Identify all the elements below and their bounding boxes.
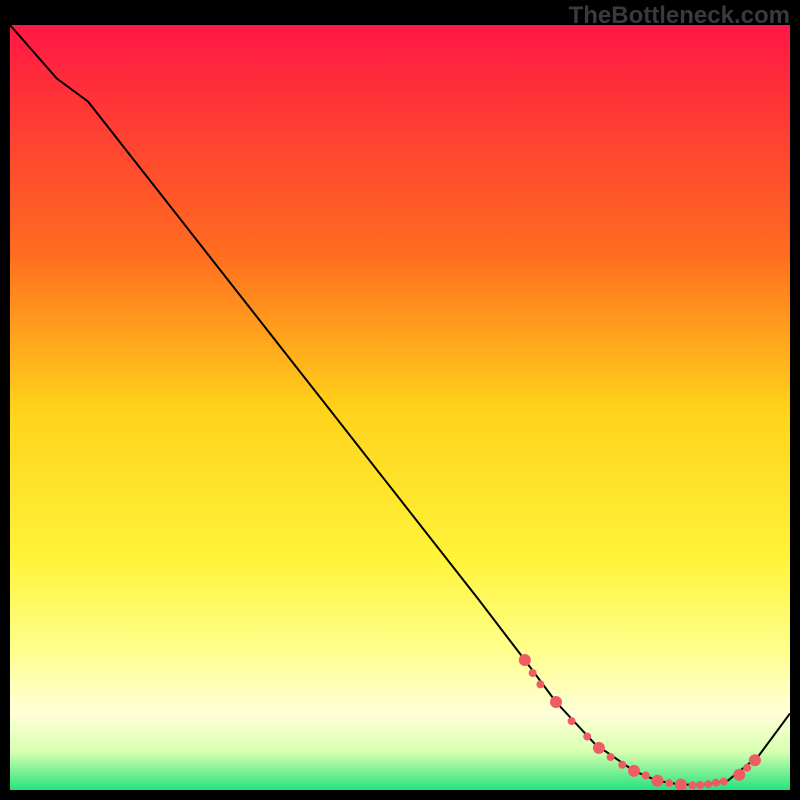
highlight-point bbox=[628, 765, 640, 777]
highlight-point bbox=[733, 769, 745, 781]
highlight-point bbox=[642, 772, 650, 780]
highlight-point bbox=[665, 779, 673, 787]
highlight-point bbox=[696, 781, 704, 789]
highlight-point bbox=[689, 781, 697, 789]
highlight-point bbox=[568, 717, 576, 725]
gradient-background bbox=[10, 25, 790, 790]
chart-container: TheBottleneck.com bbox=[0, 0, 800, 800]
highlight-point bbox=[550, 696, 562, 708]
highlight-point bbox=[749, 754, 761, 766]
highlight-point bbox=[743, 764, 751, 772]
highlight-point bbox=[529, 669, 537, 677]
highlight-point bbox=[720, 778, 728, 786]
highlight-point bbox=[618, 761, 626, 769]
highlight-point bbox=[651, 775, 663, 787]
chart-svg bbox=[10, 25, 790, 790]
highlight-point bbox=[536, 680, 544, 688]
highlight-point bbox=[607, 753, 615, 761]
highlight-point bbox=[704, 780, 712, 788]
highlight-point bbox=[593, 742, 605, 754]
highlight-point bbox=[583, 733, 591, 741]
watermark-text: TheBottleneck.com bbox=[569, 2, 790, 30]
plot-canvas bbox=[10, 25, 790, 790]
highlight-point bbox=[519, 654, 531, 666]
highlight-point bbox=[712, 779, 720, 787]
